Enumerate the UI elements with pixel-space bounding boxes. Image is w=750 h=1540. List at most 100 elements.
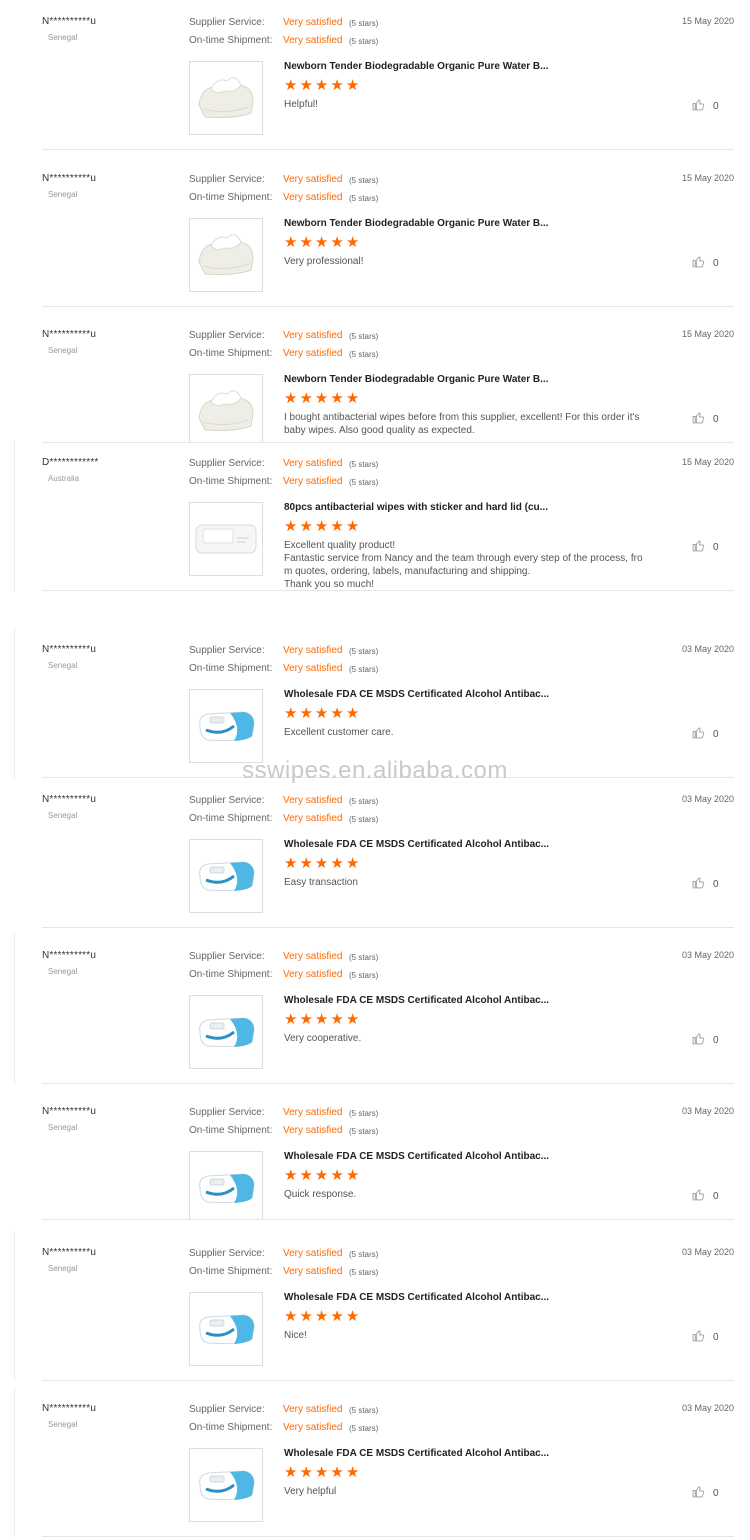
review-divider [42, 1380, 734, 1381]
star-icon: ★ [345, 234, 360, 251]
review-comment: Excellent customer care. [284, 727, 394, 738]
like-button[interactable]: 0 [692, 411, 719, 427]
wipes-pack-image [199, 1470, 255, 1500]
ontime-shipment-label: On-time Shipment: [189, 348, 273, 359]
star-rating: ★ ★ ★ ★ ★ [284, 78, 359, 93]
ontime-shipment-stars: (5 stars) [349, 37, 379, 46]
product-thumbnail[interactable] [189, 502, 263, 576]
star-icon: ★ [299, 390, 313, 407]
review-divider [42, 1219, 734, 1220]
product-title-link[interactable]: Newborn Tender Biodegradable Organic Pur… [284, 374, 549, 385]
product-title-link[interactable]: 80pcs antibacterial wipes with sticker a… [284, 502, 548, 513]
product-title-link[interactable]: Wholesale FDA CE MSDS Certificated Alcoh… [284, 995, 549, 1006]
left-border [14, 1231, 15, 1381]
buyer-country: Senegal [48, 661, 78, 670]
like-count: 0 [713, 541, 719, 553]
review-comment: Quick response. [284, 1189, 357, 1200]
ontime-shipment-stars: (5 stars) [349, 194, 379, 203]
supplier-service-label: Supplier Service: [189, 1404, 265, 1415]
star-rating: ★ ★ ★ ★ ★ [284, 519, 359, 534]
product-title-link[interactable]: Wholesale FDA CE MSDS Certificated Alcoh… [284, 689, 549, 700]
review-item: N**********u Senegal Supplier Service: V… [0, 1387, 750, 1537]
like-button[interactable]: 0 [692, 1188, 719, 1204]
star-icon: ★ [299, 77, 313, 94]
star-icon: ★ [299, 1308, 313, 1325]
star-icon: ★ [314, 855, 329, 872]
buyer-name: N**********u [42, 173, 97, 184]
review-date: 03 May 2020 [681, 1247, 734, 1257]
product-thumbnail[interactable] [189, 1448, 263, 1522]
buyer-name: N**********u [42, 644, 97, 655]
left-border [14, 441, 15, 591]
ontime-shipment-label: On-time Shipment: [189, 969, 273, 980]
supplier-service-value: Very satisfied [283, 17, 343, 28]
like-button[interactable]: 0 [692, 1329, 719, 1345]
ontime-shipment-stars: (5 stars) [349, 350, 379, 359]
product-title-link[interactable]: Newborn Tender Biodegradable Organic Pur… [284, 218, 549, 229]
product-thumbnail[interactable] [189, 61, 263, 135]
like-button[interactable]: 0 [692, 539, 719, 555]
review-comment: Very professional! [284, 256, 364, 267]
product-thumbnail[interactable] [189, 839, 263, 913]
product-thumbnail[interactable] [189, 218, 263, 292]
star-icon: ★ [345, 390, 360, 407]
buyer-country: Senegal [48, 33, 78, 42]
supplier-service-stars: (5 stars) [349, 1109, 379, 1118]
product-title-link[interactable]: Wholesale FDA CE MSDS Certificated Alcoh… [284, 839, 549, 850]
supplier-service-label: Supplier Service: [189, 795, 265, 806]
product-title-link[interactable]: Wholesale FDA CE MSDS Certificated Alcoh… [284, 1448, 549, 1459]
star-icon: ★ [330, 234, 344, 251]
review-divider [42, 1083, 734, 1084]
supplier-service-value: Very satisfied [283, 1248, 343, 1259]
star-icon: ★ [299, 1011, 313, 1028]
star-icon: ★ [345, 1011, 360, 1028]
star-rating: ★ ★ ★ ★ ★ [284, 706, 359, 721]
supplier-service-stars: (5 stars) [349, 797, 379, 806]
wipes-pack-image [199, 1173, 255, 1203]
ontime-shipment-value: Very satisfied [283, 1266, 343, 1277]
like-count: 0 [713, 1190, 719, 1202]
product-thumbnail[interactable] [189, 689, 263, 763]
product-title-link[interactable]: Newborn Tender Biodegradable Organic Pur… [284, 61, 549, 72]
like-count: 0 [713, 728, 719, 740]
ontime-shipment-stars: (5 stars) [349, 1127, 379, 1136]
like-button[interactable]: 0 [692, 726, 719, 742]
buyer-country: Senegal [48, 190, 78, 199]
star-icon: ★ [345, 855, 360, 872]
like-button[interactable]: 0 [692, 876, 719, 892]
supplier-service-label: Supplier Service: [189, 458, 265, 469]
like-button[interactable]: 0 [692, 98, 719, 114]
product-thumbnail[interactable] [189, 995, 263, 1069]
review-comment: Excellent quality product! Fantastic ser… [284, 540, 643, 590]
product-thumbnail[interactable] [189, 1292, 263, 1366]
like-count: 0 [713, 100, 719, 112]
supplier-service-value: Very satisfied [283, 645, 343, 656]
star-icon: ★ [284, 1464, 298, 1481]
like-count: 0 [713, 1034, 719, 1046]
thumbs-up-icon [692, 726, 705, 742]
ontime-shipment-stars: (5 stars) [349, 1424, 379, 1433]
thumbs-up-icon [692, 1188, 705, 1204]
supplier-service-value: Very satisfied [283, 795, 343, 806]
product-title-link[interactable]: Wholesale FDA CE MSDS Certificated Alcoh… [284, 1151, 549, 1162]
ontime-shipment-label: On-time Shipment: [189, 35, 273, 46]
supplier-service-value: Very satisfied [283, 951, 343, 962]
thumbs-up-icon [692, 876, 705, 892]
wipes-pack-image [198, 390, 254, 431]
supplier-service-value: Very satisfied [283, 174, 343, 185]
ontime-shipment-stars: (5 stars) [349, 815, 379, 824]
review-date: 15 May 2020 [681, 173, 734, 183]
like-button[interactable]: 0 [692, 1032, 719, 1048]
ontime-shipment-stars: (5 stars) [349, 478, 379, 487]
review-date: 03 May 2020 [681, 1403, 734, 1413]
ontime-shipment-value: Very satisfied [283, 35, 343, 46]
buyer-country: Senegal [48, 1123, 78, 1132]
like-button[interactable]: 0 [692, 255, 719, 271]
review-divider [42, 590, 734, 591]
supplier-service-label: Supplier Service: [189, 1107, 265, 1118]
like-button[interactable]: 0 [692, 1485, 719, 1501]
star-icon: ★ [284, 518, 298, 535]
product-title-link[interactable]: Wholesale FDA CE MSDS Certificated Alcoh… [284, 1292, 549, 1303]
product-thumbnail[interactable] [189, 1151, 263, 1220]
product-thumbnail[interactable] [189, 374, 263, 443]
